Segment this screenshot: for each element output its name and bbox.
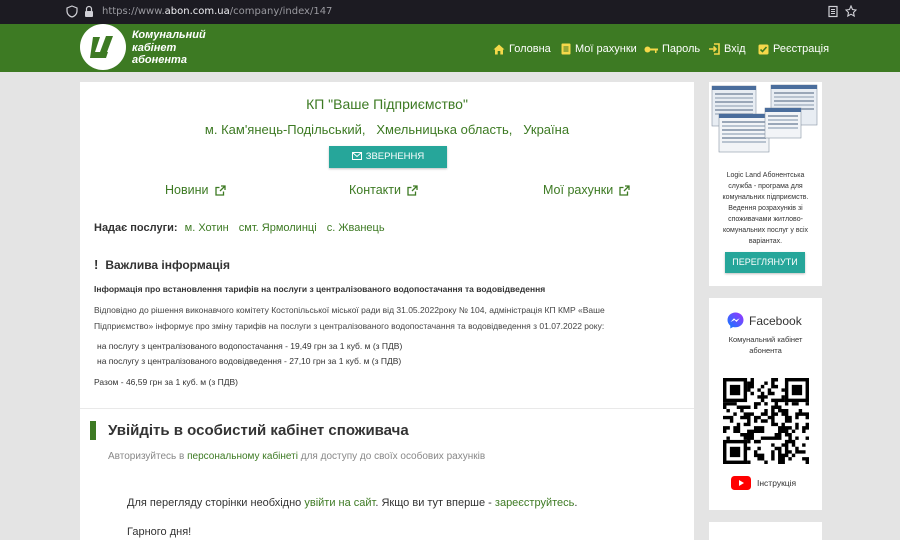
shield-icon	[66, 5, 78, 18]
facebook-link[interactable]: Facebook	[727, 312, 802, 329]
tariff-water-supply: на послугу з централізованого водопостач…	[97, 341, 403, 351]
document-icon	[561, 43, 571, 55]
personal-cabinet-link[interactable]: персональному кабінеті	[187, 451, 298, 462]
nav-login[interactable]: Вхід	[708, 41, 746, 57]
youtube-instruction-link[interactable]: Інструкція	[731, 476, 796, 490]
key-icon	[644, 46, 658, 53]
company-name: КП "Ваше Підприємство"	[306, 96, 468, 112]
view-button[interactable]: ПЕРЕГЛЯНУТИ	[725, 252, 805, 273]
external-link-icon	[619, 184, 630, 196]
nav-registration-label: Реєстрація	[773, 43, 830, 55]
nav-my-accounts-label: Мої рахунки	[575, 43, 637, 55]
url-text[interactable]: https://www.abon.com.ua/company/index/14…	[102, 6, 332, 17]
software-screenshots-image	[711, 84, 819, 156]
nav-home-label: Головна	[509, 43, 551, 55]
service-location[interactable]: м. Хотин	[185, 222, 229, 234]
nav-password-label: Пароль	[662, 43, 701, 55]
nav-my-accounts[interactable]: Мої рахунки	[561, 41, 637, 57]
envelope-icon	[351, 152, 362, 160]
company-card: КП "Ваше Підприємство" м. Кам'янець-Поді…	[80, 82, 694, 408]
login-icon	[709, 43, 720, 55]
login-link[interactable]: увійти на сайт	[304, 497, 375, 509]
my-accounts-link[interactable]: Мої рахунки	[543, 183, 630, 197]
exclamation-icon: !	[94, 257, 99, 272]
messenger-icon	[727, 312, 744, 329]
external-link-icon	[407, 184, 418, 196]
logo[interactable]	[80, 24, 126, 70]
service-location[interactable]: с. Жванець	[327, 222, 385, 234]
nav-registration[interactable]: Реєстрація	[758, 41, 829, 57]
facebook-description: Комунальний кабінет абонента	[728, 335, 803, 355]
nav-password[interactable]: Пароль	[644, 41, 700, 57]
lock-icon	[85, 5, 93, 17]
accent-bar	[90, 421, 96, 440]
home-icon	[493, 44, 505, 54]
tariff-total: Разом - 46,59 грн за 1 куб. м (з ПДВ)	[94, 377, 238, 387]
tariff-heading: Інформація про встановлення тарифів на п…	[94, 284, 546, 294]
services: Надає послуги: м. Хотин смт. Ярмолинці с…	[94, 222, 385, 234]
nav-home[interactable]: Головна	[493, 41, 551, 57]
signin-instructions: Для перегляду сторінки необхідно увійти …	[127, 497, 578, 509]
logic-land-card: Logic Land Абонентська служба - програма…	[709, 82, 822, 286]
signin-title: Увійдіть в особистий кабінет споживача	[108, 422, 409, 439]
important-info-title: ! Важлива інформація	[94, 257, 230, 272]
social-card: Facebook Комунальний кабінет абонента Ін…	[709, 298, 822, 510]
greeting-text: Гарного дня!	[127, 526, 192, 538]
register-link[interactable]: зареєструйтесь	[495, 497, 574, 509]
signin-card: Увійдіть в особистий кабінет споживача А…	[80, 408, 694, 540]
youtube-icon	[731, 476, 751, 490]
browser-url-bar[interactable]: https://www.abon.com.ua/company/index/14…	[0, 0, 900, 24]
contacts-link[interactable]: Контакти	[349, 183, 418, 197]
logo-text[interactable]: Комунальний кабінет абонента	[132, 29, 206, 67]
tariff-drainage: на послугу з централізованого водовідвед…	[97, 356, 402, 366]
logo-mark-icon	[90, 36, 113, 58]
tariff-paragraph-2: Підприємство» інформує про зміну тарифів…	[94, 321, 605, 331]
qr-code-image[interactable]	[723, 378, 809, 464]
nav-login-label: Вхід	[724, 43, 746, 55]
company-address: м. Кам'янець-Подільський, Хмельницька об…	[204, 122, 570, 137]
reader-view-icon[interactable]	[827, 5, 839, 18]
checkbox-icon	[758, 44, 769, 54]
sidebar-card-partial	[709, 522, 822, 540]
news-link[interactable]: Новини	[165, 183, 226, 197]
appeal-button[interactable]: ЗВЕРНЕННЯ	[329, 146, 447, 168]
signin-subtitle: Авторизуйтесь в персональному кабінеті д…	[108, 451, 486, 462]
external-link-icon	[214, 184, 226, 196]
tariff-paragraph-1: Відповідно до рішення виконавчого коміте…	[94, 305, 605, 315]
service-location[interactable]: смт. Ярмолинці	[239, 222, 317, 234]
site-header: Комунальний кабінет абонента Головна Мої…	[0, 24, 900, 72]
bookmark-star-icon[interactable]	[845, 5, 857, 18]
logic-land-description: Logic Land Абонентська служба - програма…	[722, 172, 809, 245]
